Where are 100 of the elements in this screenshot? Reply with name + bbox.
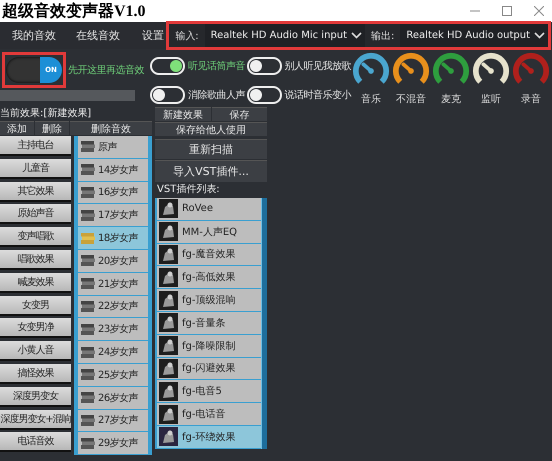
- books-icon: [80, 300, 96, 313]
- rescan-button[interactable]: 重新扫描: [155, 139, 267, 159]
- plugin-icon: [159, 290, 178, 310]
- toolbar-button[interactable]: 删除音效: [70, 121, 152, 135]
- category-button[interactable]: 儿童音: [0, 158, 71, 179]
- books-icon: [80, 208, 96, 222]
- plugin-item[interactable]: fg-魔音效果: [157, 244, 261, 266]
- import-button[interactable]: 导入VST插件...: [155, 160, 267, 182]
- voice-item[interactable]: 26岁女声: [78, 386, 148, 409]
- plugin-icon: [159, 222, 178, 242]
- category-button[interactable]: 女变男净: [0, 318, 71, 338]
- category-button[interactable]: 原始声音: [0, 204, 71, 224]
- chevron-icon: [351, 32, 362, 39]
- plugin-icon: [159, 336, 178, 356]
- toggle-label: 说话时音乐变小: [284, 88, 351, 102]
- category-button[interactable]: 变声唱歌: [0, 227, 71, 248]
- category-button[interactable]: 唱歌效果: [0, 250, 71, 270]
- books-icon: [80, 436, 96, 450]
- plugin-item[interactable]: MM-人声EQ: [157, 220, 261, 243]
- voice-item[interactable]: 27岁女声: [78, 410, 148, 432]
- device-dropdown[interactable]: Realtek HD Audio Mic input: [204, 24, 366, 47]
- books-icon: [80, 232, 96, 245]
- category-button[interactable]: 深度男变女: [0, 386, 71, 407]
- plugin-item[interactable]: fg-闪避效果: [157, 358, 261, 380]
- voice-item[interactable]: 14岁女声: [78, 158, 148, 181]
- window-title: 超级音效变声器V1.0: [2, 1, 146, 22]
- toggle-switch[interactable]: [150, 86, 185, 104]
- scrollbar[interactable]: [261, 198, 267, 449]
- plugin-item[interactable]: fg-音量条: [157, 312, 261, 334]
- toolbar-button[interactable]: 添加: [0, 121, 34, 135]
- device-label: 输入:: [174, 30, 200, 42]
- books-icon: [80, 322, 96, 336]
- current-effect-label: 当前效果:[新建效果]: [0, 106, 92, 121]
- books-icon: [80, 186, 96, 199]
- toggle-label: 别人听见我放歌: [284, 60, 351, 74]
- plugin-icon: [159, 404, 178, 424]
- books-icon: [80, 346, 96, 359]
- category-button[interactable]: 女变男: [0, 296, 71, 316]
- maximize-icon[interactable]: [502, 6, 512, 16]
- voice-item[interactable]: 18岁女声: [78, 227, 148, 249]
- category-button[interactable]: 搞怪效果: [0, 364, 71, 384]
- category-button[interactable]: 深度男变女+混响: [0, 410, 71, 430]
- voice-item[interactable]: 20岁女声: [78, 250, 148, 272]
- toolbar-button[interactable]: 保存: [212, 107, 267, 121]
- share-button[interactable]: 保存给他人使用: [155, 122, 267, 136]
- knob-label: 录音: [521, 92, 541, 106]
- category-button[interactable]: 电话音效: [0, 432, 71, 452]
- plugin-item[interactable]: fg-顶级混响: [157, 289, 261, 311]
- tab[interactable]: 在线音效: [56, 28, 138, 43]
- voice-item[interactable]: 21岁女声: [78, 272, 148, 295]
- plugin-icon: [159, 382, 178, 401]
- chevron-icon: [534, 32, 545, 39]
- plugin-icon: [159, 244, 178, 264]
- plugin-icon: [159, 358, 178, 378]
- tab[interactable]: 我的音效: [0, 28, 56, 43]
- category-button[interactable]: 主持电台: [0, 136, 71, 156]
- category-button[interactable]: 小黄人音: [0, 341, 71, 362]
- plugin-icon: [159, 427, 178, 446]
- voice-item[interactable]: 24岁女声: [78, 341, 148, 363]
- books-icon: [80, 414, 96, 427]
- voice-item[interactable]: 22岁女声: [78, 296, 148, 318]
- plugin-item[interactable]: fg-降噪限制: [157, 334, 261, 357]
- hint-text: 先开这里再选音效: [68, 64, 144, 77]
- knob-label: 监听: [481, 93, 501, 106]
- knob-label: 音乐: [361, 92, 381, 106]
- books-icon: [80, 140, 96, 154]
- books-icon: [80, 163, 96, 176]
- toggle-switch[interactable]: [247, 57, 282, 76]
- plugin-item[interactable]: fg-环绕效果: [157, 426, 261, 448]
- toggle-label: 听见话筒声音: [188, 60, 245, 74]
- toggle-switch[interactable]: [150, 57, 185, 76]
- books-icon: [80, 254, 96, 268]
- voice-item[interactable]: 17岁女声: [78, 204, 148, 226]
- toggle-label: 消除歌曲人声: [188, 88, 245, 102]
- books-icon: [80, 368, 96, 382]
- category-button[interactable]: 其它效果: [0, 182, 71, 202]
- voice-item[interactable]: 25岁女声: [78, 364, 148, 386]
- plugin-item[interactable]: fg-电音5: [157, 380, 261, 402]
- voice-item[interactable]: 16岁女声: [78, 182, 148, 204]
- category-button[interactable]: 喊麦效果: [0, 272, 71, 293]
- plugin-icon: [159, 199, 178, 218]
- close-icon[interactable]: [534, 6, 544, 16]
- plugin-icon: [159, 313, 178, 332]
- plugin-icon: [159, 268, 178, 287]
- device-dropdown[interactable]: Realtek HD Audio output: [400, 24, 548, 47]
- plugin-item[interactable]: fg-高低效果: [157, 266, 261, 288]
- voice-item[interactable]: 原声: [78, 136, 148, 158]
- plugin-item[interactable]: fg-电话音: [157, 403, 261, 425]
- device-label: 输出:: [370, 30, 396, 42]
- knob-label: 麦克: [441, 92, 461, 106]
- tab[interactable]: 设置: [138, 28, 168, 43]
- list-title: VST插件列表:: [156, 183, 221, 197]
- voice-item[interactable]: 23岁女声: [78, 318, 148, 340]
- knob-label: 不混音: [396, 92, 426, 106]
- toolbar-button[interactable]: 新建效果: [155, 107, 210, 121]
- voice-item[interactable]: 29岁女声: [78, 432, 148, 454]
- toggle-switch[interactable]: [247, 86, 282, 104]
- toolbar-button[interactable]: 删除: [35, 121, 69, 135]
- books-icon: [80, 391, 96, 404]
- plugin-item[interactable]: RoVee: [157, 198, 261, 220]
